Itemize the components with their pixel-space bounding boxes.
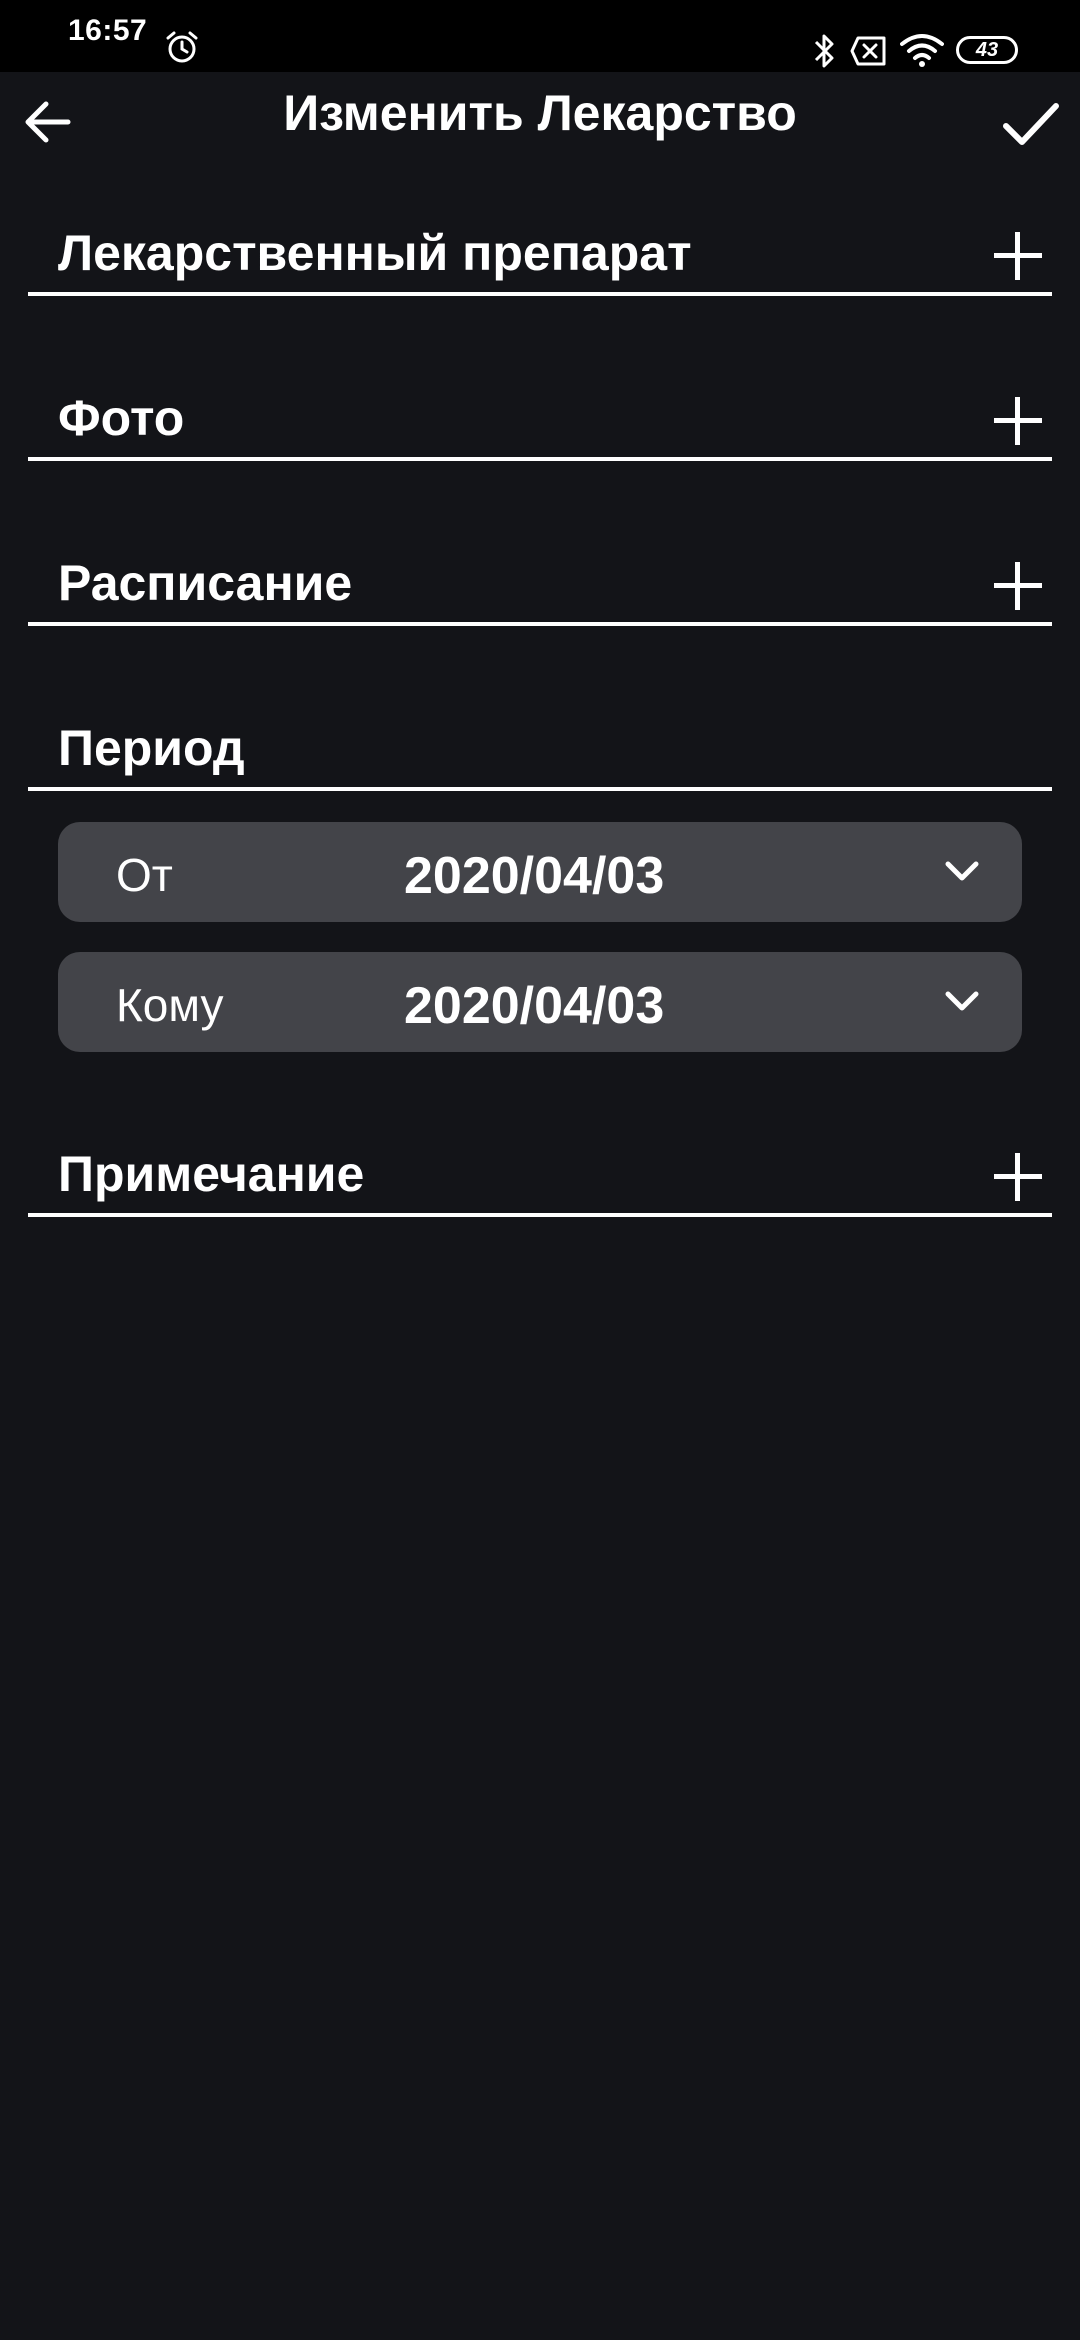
chevron-down-icon xyxy=(945,861,979,881)
section-period: Период xyxy=(28,711,1052,791)
alarm-icon xyxy=(166,31,198,63)
date-to-value: 2020/04/03 xyxy=(404,977,665,1035)
date-from-value: 2020/04/03 xyxy=(404,847,665,905)
date-to-label: Кому xyxy=(116,979,224,1031)
screen: 16:57 43 Изменить Лекарство Лекарственны… xyxy=(0,0,1080,2340)
date-to-picker[interactable]: Кому 2020/04/03 xyxy=(58,952,1022,1052)
check-icon xyxy=(1003,103,1059,145)
add-note-button[interactable] xyxy=(994,1153,1042,1201)
status-time: 16:57 xyxy=(68,14,148,47)
add-drug-button[interactable] xyxy=(994,232,1042,280)
confirm-button[interactable] xyxy=(1000,96,1062,152)
battery-level: 43 xyxy=(975,39,999,61)
section-title-drug: Лекарственный препарат xyxy=(58,225,692,281)
section-note[interactable]: Примечание xyxy=(28,1137,1052,1217)
status-bar: 16:57 43 xyxy=(0,0,1080,72)
section-title-note: Примечание xyxy=(58,1146,365,1202)
section-schedule[interactable]: Расписание xyxy=(28,546,1052,626)
chevron-down-icon xyxy=(945,991,979,1011)
battery-icon: 43 xyxy=(956,36,1018,64)
sim-off-icon xyxy=(850,36,886,66)
section-drug[interactable]: Лекарственный препарат xyxy=(28,216,1052,296)
app-bar: Изменить Лекарство xyxy=(0,72,1080,172)
wifi-icon xyxy=(900,34,944,67)
add-photo-button[interactable] xyxy=(994,397,1042,445)
page-title: Изменить Лекарство xyxy=(283,85,797,141)
section-title-schedule: Расписание xyxy=(58,555,353,611)
date-from-label: От xyxy=(116,849,173,901)
section-photo[interactable]: Фото xyxy=(28,381,1052,461)
section-title-period: Период xyxy=(58,720,245,776)
date-from-picker[interactable]: От 2020/04/03 xyxy=(58,822,1022,922)
section-title-photo: Фото xyxy=(58,390,185,446)
bluetooth-icon xyxy=(814,34,834,68)
add-schedule-button[interactable] xyxy=(994,562,1042,610)
